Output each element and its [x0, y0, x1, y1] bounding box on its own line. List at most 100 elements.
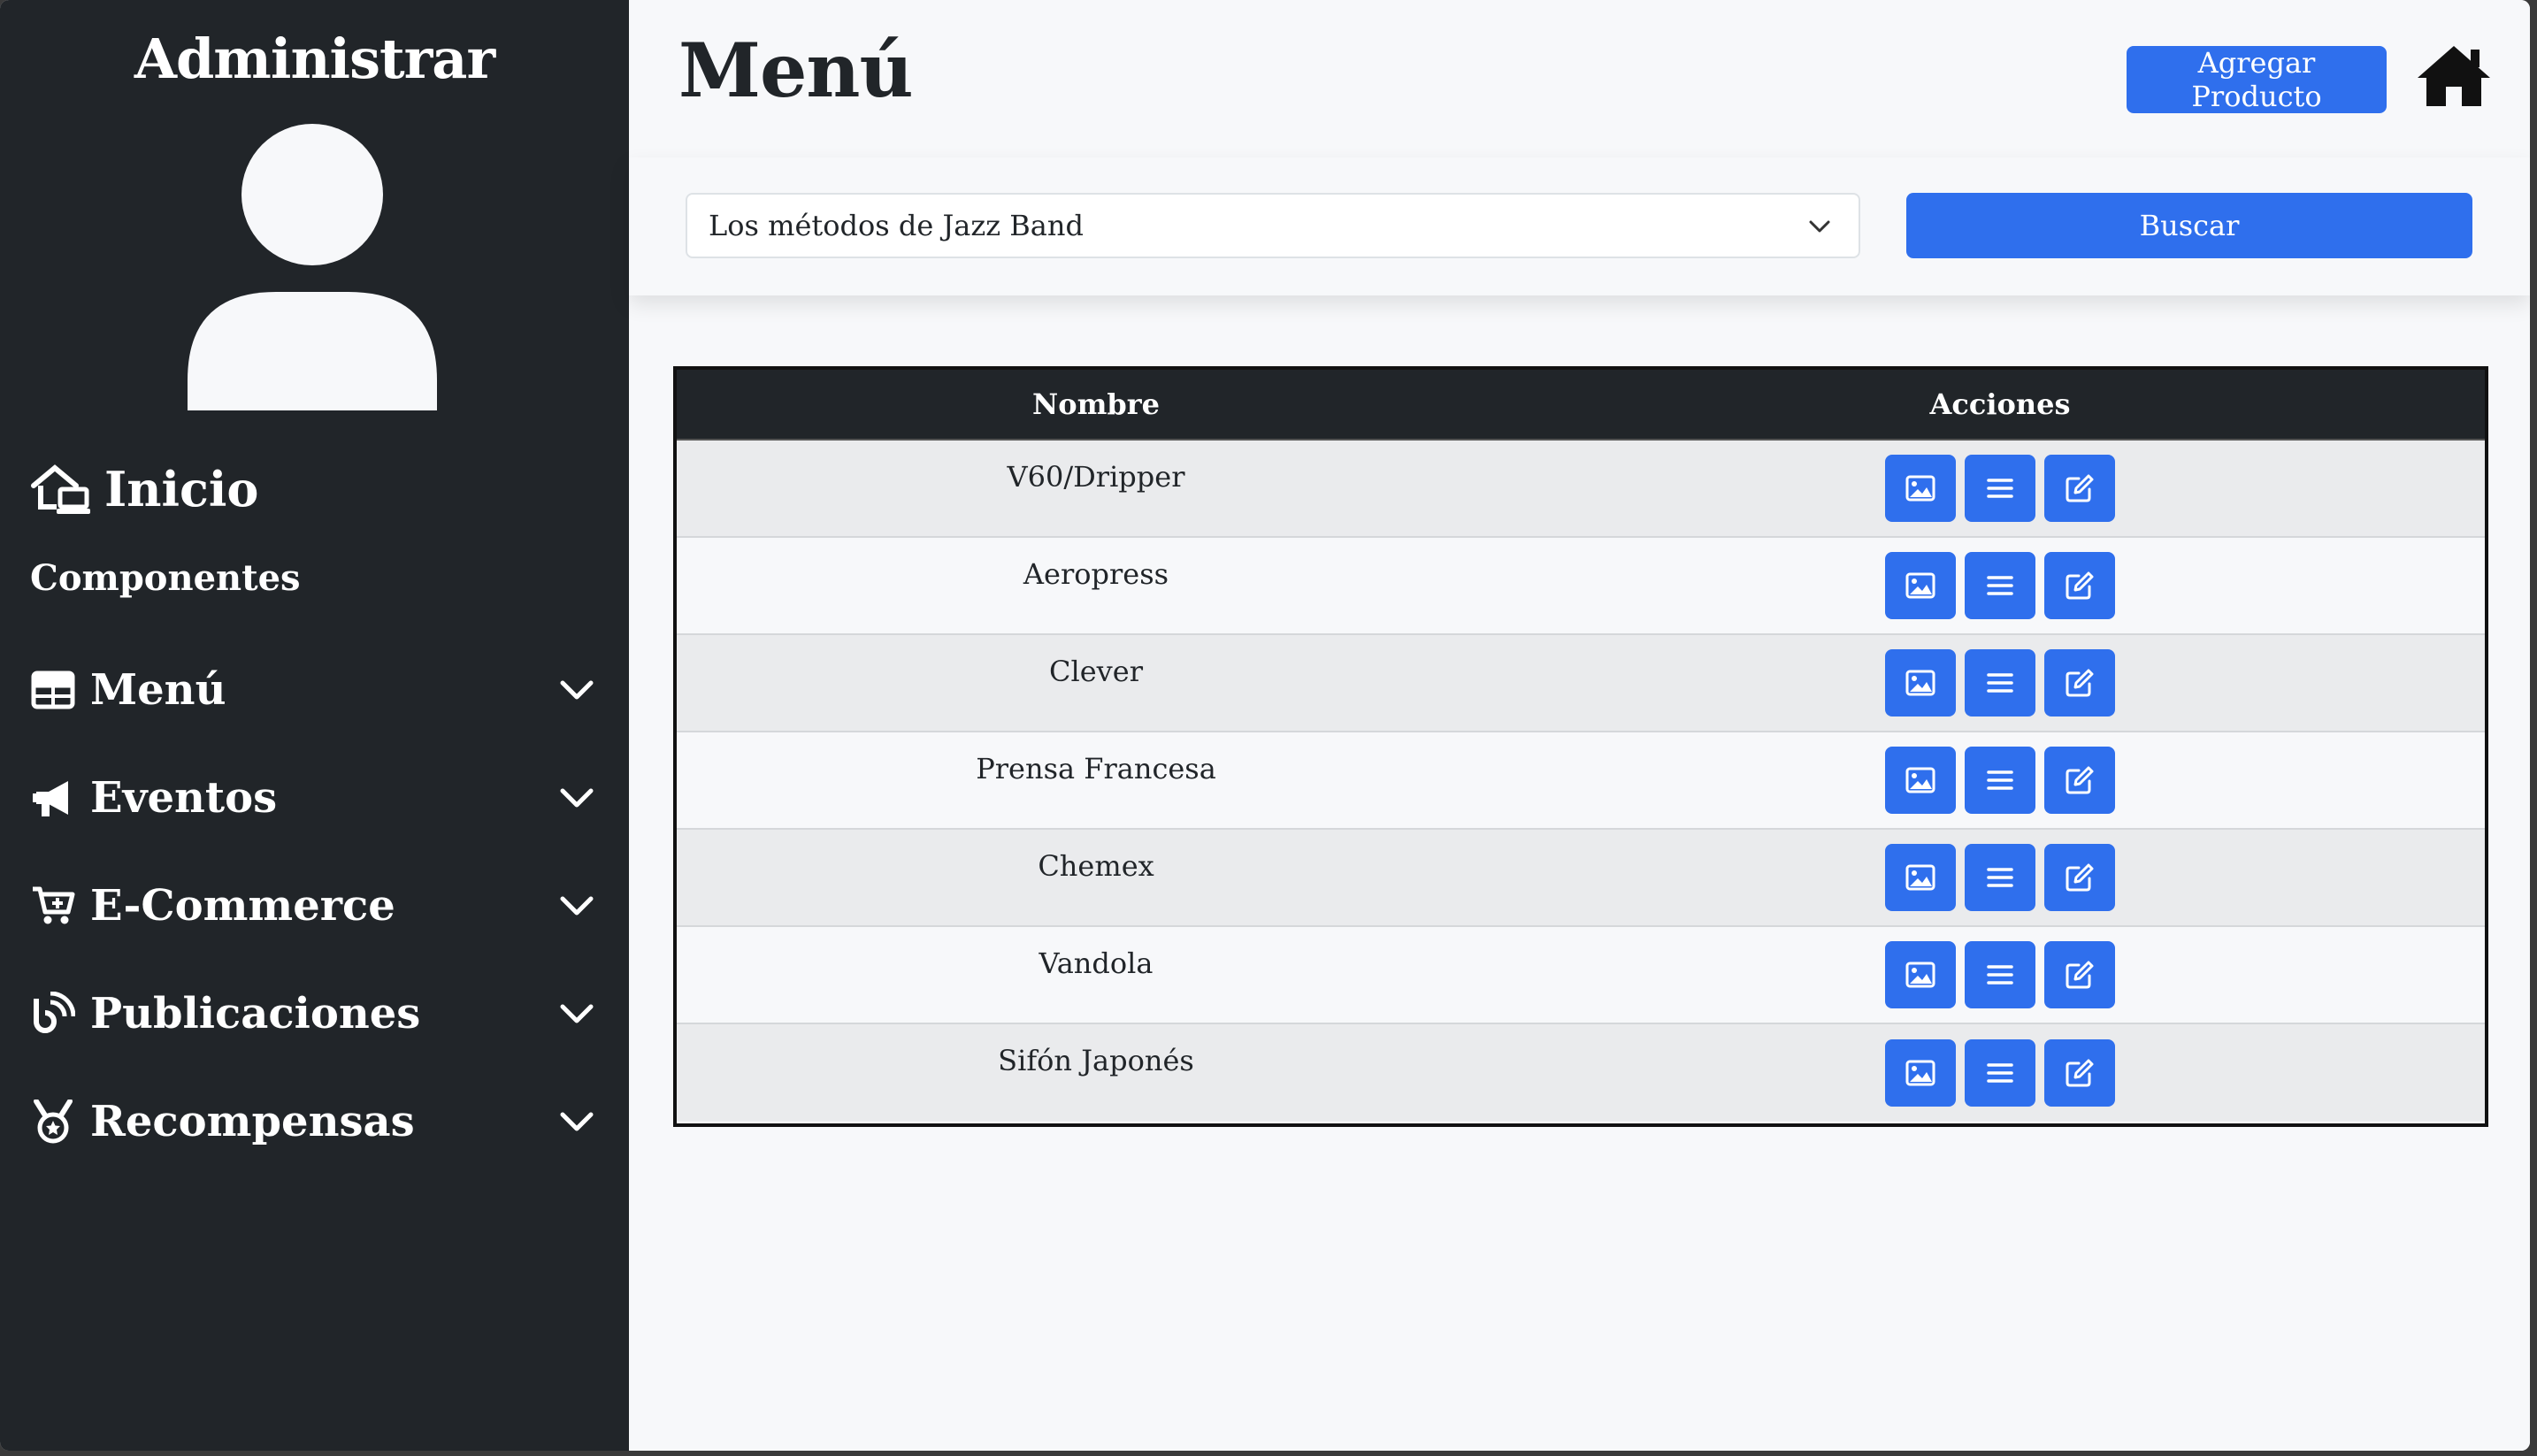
- category-select[interactable]: Los métodos de Jazz Band: [686, 193, 1860, 258]
- table-row: Sifón Japonés: [677, 1024, 2485, 1122]
- blog-icon: [30, 991, 76, 1037]
- sidebar-item-label: E-Commerce: [90, 881, 395, 931]
- table-row: Vandola: [677, 927, 2485, 1024]
- products-table: Nombre Acciones V60/Dripper Aeropress Cl…: [673, 366, 2488, 1127]
- image-button[interactable]: [1885, 552, 1956, 619]
- nav-home-label: Inicio: [104, 461, 259, 517]
- chevron-down-icon: [560, 788, 594, 808]
- edit-button[interactable]: [2044, 747, 2115, 814]
- table-header: Nombre Acciones: [677, 370, 2485, 441]
- chevron-down-icon: [1809, 220, 1830, 233]
- row-actions: [1515, 538, 2485, 633]
- sidebar-item-label: Recompensas: [90, 1097, 415, 1146]
- row-actions: [1515, 441, 2485, 536]
- edit-button[interactable]: [2044, 649, 2115, 717]
- image-icon: [1905, 572, 1935, 599]
- add-product-button[interactable]: Agregar Producto: [2127, 46, 2387, 113]
- image-icon: [1905, 864, 1935, 891]
- app-window: Administrar Inicio Componentes Menú Even…: [0, 0, 2530, 1451]
- edit-icon: [2066, 961, 2094, 989]
- edit-button[interactable]: [2044, 941, 2115, 1008]
- details-button[interactable]: [1965, 649, 2035, 717]
- medal-icon: [30, 1099, 76, 1145]
- column-header-acciones: Acciones: [1929, 387, 2071, 421]
- list-icon: [1987, 576, 2013, 595]
- row-actions: [1515, 635, 2485, 731]
- row-actions: [1515, 830, 2485, 925]
- edit-button[interactable]: [2044, 844, 2115, 911]
- details-button[interactable]: [1965, 552, 2035, 619]
- sidebar-item-recompensas[interactable]: Recompensas: [30, 1086, 596, 1157]
- table-row: Clever: [677, 635, 2485, 732]
- list-icon: [1987, 1063, 2013, 1083]
- image-icon: [1905, 1060, 1935, 1086]
- details-button[interactable]: [1965, 844, 2035, 911]
- table-row: Prensa Francesa: [677, 732, 2485, 830]
- details-button[interactable]: [1965, 747, 2035, 814]
- row-actions: [1515, 732, 2485, 828]
- chevron-down-icon: [560, 1112, 594, 1131]
- image-icon: [1905, 767, 1935, 793]
- product-name: Chemex: [1038, 849, 1154, 883]
- table-row: V60/Dripper: [677, 441, 2485, 538]
- image-icon: [1905, 962, 1935, 988]
- category-select-value: Los métodos de Jazz Band: [709, 209, 1084, 242]
- sidebar-item-menu[interactable]: Menú: [30, 655, 596, 725]
- sidebar-item-eventos[interactable]: Eventos: [30, 762, 596, 833]
- edit-button[interactable]: [2044, 455, 2115, 522]
- product-name: Sifón Japonés: [998, 1044, 1194, 1077]
- image-icon: [1905, 670, 1935, 696]
- product-name: Aeropress: [1023, 557, 1169, 591]
- image-button[interactable]: [1885, 455, 1956, 522]
- image-button[interactable]: [1885, 844, 1956, 911]
- product-name: Prensa Francesa: [976, 752, 1216, 785]
- sidebar-item-label: Publicaciones: [90, 989, 421, 1038]
- details-button[interactable]: [1965, 1039, 2035, 1107]
- table-body: V60/Dripper Aeropress Clever Prensa Fran…: [677, 441, 2485, 1122]
- sidebar-item-ecommerce[interactable]: E-Commerce: [30, 870, 596, 941]
- image-icon: [1905, 475, 1935, 502]
- avatar-icon: [188, 124, 437, 410]
- image-button[interactable]: [1885, 649, 1956, 717]
- main-content: Menú Agregar Producto Los métodos de Jaz…: [629, 0, 2530, 1451]
- product-name: Clever: [1049, 655, 1143, 688]
- table-row: Aeropress: [677, 538, 2485, 635]
- list-icon: [1987, 868, 2013, 887]
- search-button[interactable]: Buscar: [1906, 193, 2472, 258]
- edit-icon: [2066, 863, 2094, 892]
- edit-button[interactable]: [2044, 552, 2115, 619]
- home-laptop-icon: [31, 464, 90, 514]
- sidebar-item-publicaciones[interactable]: Publicaciones: [30, 978, 596, 1049]
- list-icon: [1987, 770, 2013, 790]
- details-button[interactable]: [1965, 455, 2035, 522]
- row-actions: [1515, 1024, 2485, 1122]
- column-header-nombre: Nombre: [1031, 387, 1161, 421]
- edit-icon: [2066, 474, 2094, 502]
- edit-icon: [2066, 669, 2094, 697]
- nav-home[interactable]: Inicio: [30, 456, 258, 523]
- edit-icon: [2066, 766, 2094, 794]
- sidebar-title: Administrar: [134, 27, 495, 91]
- details-button[interactable]: [1965, 941, 2035, 1008]
- chevron-down-icon: [560, 1004, 594, 1023]
- edit-button[interactable]: [2044, 1039, 2115, 1107]
- megaphone-icon: [30, 775, 76, 821]
- sidebar-item-label: Menú: [90, 665, 226, 715]
- home-icon[interactable]: [2416, 42, 2492, 108]
- list-icon: [1987, 479, 2013, 498]
- cart-icon: [30, 883, 76, 929]
- product-name: Vandola: [1039, 946, 1154, 980]
- edit-icon: [2066, 571, 2094, 600]
- image-button[interactable]: [1885, 941, 1956, 1008]
- table-row: Chemex: [677, 830, 2485, 927]
- row-actions: [1515, 927, 2485, 1023]
- chevron-down-icon: [560, 896, 594, 916]
- table-icon: [30, 667, 76, 713]
- list-icon: [1987, 965, 2013, 985]
- image-button[interactable]: [1885, 1039, 1956, 1107]
- list-icon: [1987, 673, 2013, 693]
- sidebar-item-label: Eventos: [90, 773, 278, 823]
- image-button[interactable]: [1885, 747, 1956, 814]
- section-label-componentes: Componentes: [30, 557, 301, 599]
- search-bar: Los métodos de Jazz Band Buscar: [629, 157, 2530, 295]
